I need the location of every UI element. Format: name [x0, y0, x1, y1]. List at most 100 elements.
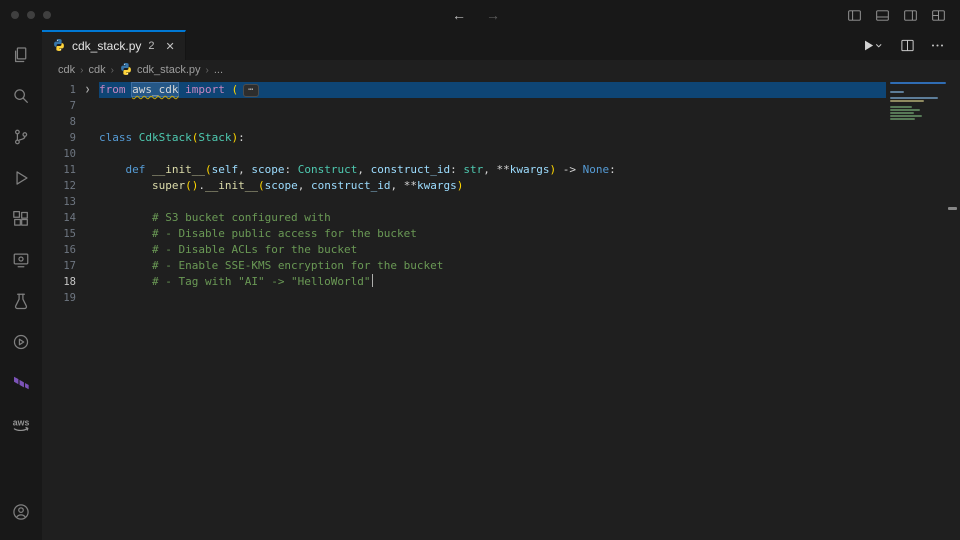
minimap-line [890, 100, 924, 102]
code-line[interactable]: 11 def __init__(self, scope: Construct, … [42, 162, 960, 178]
line-number: 17 [42, 258, 76, 274]
account-icon[interactable] [0, 491, 42, 532]
tab-badge: 2 [148, 40, 154, 52]
back-arrow-icon[interactable]: ← [452, 7, 466, 23]
minimap[interactable] [890, 82, 946, 124]
explorer-icon[interactable] [0, 34, 42, 75]
code-line-content: # - Enable SSE-KMS encryption for the bu… [99, 258, 886, 274]
python-icon [52, 38, 66, 55]
code-line[interactable]: 16 # - Disable ACLs for the bucket [42, 242, 960, 258]
breadcrumb: cdk›cdk›cdk_stack.py›... [42, 60, 960, 80]
search-icon[interactable] [0, 75, 42, 116]
breadcrumb-separator: › [80, 65, 83, 76]
fold-chevron-icon[interactable]: ❯ [76, 82, 99, 98]
line-number: 19 [42, 290, 76, 306]
code-line[interactable]: 14 # S3 bucket configured with [42, 210, 960, 226]
tab-close-icon[interactable]: ✕ [166, 40, 175, 53]
code-line[interactable]: 12 super().__init__(scope, construct_id,… [42, 178, 960, 194]
code-line[interactable]: 9 class CdkStack(Stack): [42, 130, 960, 146]
minimap-line [890, 106, 912, 108]
breadcrumb-item[interactable]: ... [214, 64, 223, 76]
terraform-icon[interactable] [0, 362, 42, 403]
more-button[interactable] [930, 38, 945, 53]
line-number: 11 [42, 162, 76, 178]
line-number: 7 [42, 98, 76, 114]
tab-label: cdk_stack.py [72, 39, 141, 53]
minimap-line [890, 112, 914, 114]
code-editor[interactable]: 1❯from aws_cdk import (⋯789 class CdkStac… [42, 80, 960, 540]
code-line-content [99, 114, 886, 130]
customize-layout-icon[interactable] [931, 8, 946, 23]
code-line[interactable]: 1❯from aws_cdk import (⋯ [42, 82, 960, 98]
history-nav: ← → [452, 0, 500, 30]
line-number: 9 [42, 130, 76, 146]
line-number: 1 [42, 82, 76, 98]
tab-cdk-stack[interactable]: cdk_stack.py 2 ✕ [42, 30, 186, 60]
run-circle-icon[interactable] [0, 321, 42, 362]
aws-toolkit-icon[interactable]: aws [0, 403, 42, 444]
vscode-window: ← → aws cdk_stack.py 2 ✕ cdk › cdk › cdk_sta… [0, 0, 960, 540]
code-line-content: # S3 bucket configured with [99, 210, 886, 226]
code-line-content: def __init__(self, scope: Construct, con… [99, 162, 886, 178]
code-line[interactable]: 17 # - Enable SSE-KMS encryption for the… [42, 258, 960, 274]
window-close-button[interactable] [11, 11, 19, 19]
code-line[interactable]: 7 [42, 98, 960, 114]
toggle-panel-bottom-icon[interactable] [875, 8, 890, 23]
code-line[interactable]: 13 [42, 194, 960, 210]
minimap-line [890, 109, 920, 111]
title-bar: ← → [0, 0, 960, 30]
svg-text:aws: aws [13, 417, 30, 427]
code-line-content [99, 98, 886, 114]
overview-ruler-marker [948, 207, 957, 210]
run-button[interactable] [861, 38, 885, 53]
toggle-panel-left-icon[interactable] [847, 8, 862, 23]
toggle-panel-right-icon[interactable] [903, 8, 918, 23]
code-line[interactable]: 18 # - Tag with "AI" -> "HelloWorld" [42, 274, 960, 290]
code-line-content [99, 146, 886, 162]
code-line[interactable]: 10 [42, 146, 960, 162]
testing-icon[interactable] [0, 280, 42, 321]
code-line[interactable]: 19 [42, 290, 960, 306]
extensions-icon[interactable] [0, 198, 42, 239]
code-line-content: class CdkStack(Stack): [99, 130, 886, 146]
folded-region-badge[interactable]: ⋯ [243, 84, 258, 97]
source-control-icon[interactable] [0, 116, 42, 157]
tab-bar: cdk_stack.py 2 ✕ [42, 30, 960, 60]
line-number: 12 [42, 178, 76, 194]
code-line-content: # - Disable ACLs for the bucket [99, 242, 886, 258]
line-number: 10 [42, 146, 76, 162]
window-minimize-button[interactable] [27, 11, 35, 19]
breadcrumb-item[interactable]: cdk [88, 64, 105, 76]
line-number: 18 [42, 274, 76, 290]
code-line-content: # - Disable public access for the bucket [99, 226, 886, 242]
editor-group: cdk_stack.py 2 ✕ cdk›cdk›cdk_stack.py›..… [42, 30, 960, 540]
code-line-content: super().__init__(scope, construct_id, **… [99, 178, 886, 194]
activity-bar: aws [0, 30, 42, 540]
minimap-line [890, 82, 946, 84]
forward-arrow-icon[interactable]: → [486, 7, 500, 23]
run-debug-icon[interactable] [0, 157, 42, 198]
code-line-content [99, 194, 886, 210]
code-line[interactable]: 15 # - Disable public access for the buc… [42, 226, 960, 242]
minimap-line [890, 115, 922, 117]
breadcrumb-item[interactable]: cdk_stack.py [119, 62, 201, 79]
minimap-line [890, 91, 904, 93]
split-editor-button[interactable] [900, 38, 915, 53]
window-controls [0, 11, 51, 19]
window-maximize-button[interactable] [43, 11, 51, 19]
line-number: 15 [42, 226, 76, 242]
line-number: 16 [42, 242, 76, 258]
line-number: 8 [42, 114, 76, 130]
layout-controls [847, 8, 960, 23]
code-line-content [99, 290, 886, 306]
breadcrumb-item[interactable]: cdk [58, 64, 75, 76]
remote-explorer-icon[interactable] [0, 239, 42, 280]
minimap-line [890, 118, 915, 120]
minimap-line [890, 97, 938, 99]
text-cursor [372, 274, 373, 287]
breadcrumb-separator: › [111, 65, 114, 76]
code-line[interactable]: 8 [42, 114, 960, 130]
editor-actions [861, 30, 960, 60]
line-number: 13 [42, 194, 76, 210]
python-icon [119, 62, 133, 79]
